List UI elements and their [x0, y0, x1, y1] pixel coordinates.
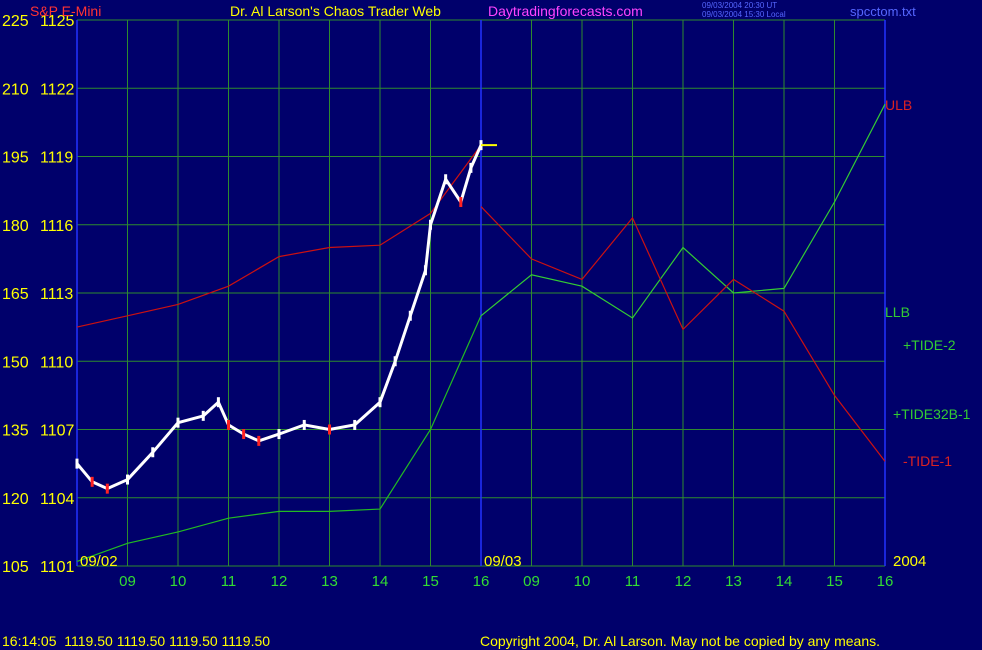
- tide2-label: +TIDE-2: [903, 337, 956, 353]
- x-tick-label: 12: [271, 573, 288, 590]
- year-label: 2004: [893, 553, 926, 570]
- x-tick-label: 12: [675, 573, 692, 590]
- x-tick-label: 14: [372, 573, 389, 590]
- instrument-label: S&P E-Mini: [30, 3, 101, 19]
- x-tick-label: 16: [877, 573, 894, 590]
- copyright-text: Copyright 2004, Dr. Al Larson. May not b…: [480, 633, 880, 649]
- x-tick-label: 16: [473, 573, 490, 590]
- y-tick-label-left: 150: [2, 354, 29, 371]
- y-tick-label-left: 195: [2, 150, 29, 167]
- timestamp-ut: 09/03/2004 20:30 UT: [702, 1, 777, 10]
- y-tick-label-price: 1104: [40, 491, 75, 508]
- y-tick-label-left: 180: [2, 218, 29, 235]
- site-link[interactable]: Daytradingforecasts.com: [488, 3, 643, 19]
- tide32b-label: +TIDE32B-1: [893, 406, 971, 422]
- y-tick-label-left: 120: [2, 491, 29, 508]
- tide1-label: -TIDE-1: [903, 453, 952, 469]
- llb-label: LLB: [885, 304, 910, 320]
- date-label-day1: 09/02: [80, 553, 118, 570]
- x-tick-label: 15: [422, 573, 439, 590]
- y-tick-label-left: 135: [2, 423, 29, 440]
- y-tick-label-left: 210: [2, 81, 29, 98]
- y-tick-label-price: 1116: [40, 218, 73, 235]
- y-tick-label-left: 225: [2, 13, 29, 30]
- x-tick-label: 11: [625, 573, 641, 590]
- x-tick-label: 10: [574, 573, 591, 590]
- x-tick-label: 15: [826, 573, 843, 590]
- x-tick-label: 09: [523, 573, 540, 590]
- x-tick-label: 13: [321, 573, 338, 590]
- y-tick-label-price: 1107: [40, 423, 75, 440]
- y-tick-label-left: 105: [2, 559, 29, 576]
- x-tick-label: 09: [119, 573, 136, 590]
- data-filename: spcctom.txt: [850, 4, 916, 19]
- y-tick-label-price: 1119: [40, 150, 73, 167]
- chart-canvas: 225 1125210 1122195 1119180 1116165 1113150 11…: [0, 0, 982, 650]
- date-label-day2: 09/03: [484, 553, 522, 570]
- y-tick-label-price: 1101: [40, 559, 75, 576]
- y-tick-label-price: 1122: [40, 81, 75, 98]
- x-tick-label: 10: [170, 573, 187, 590]
- x-tick-label: 11: [221, 573, 237, 590]
- quote-line: 16:14:05 1119.50 1119.50 1119.50 1119.50: [2, 633, 270, 649]
- chart-title: Dr. Al Larson's Chaos Trader Web: [230, 3, 441, 19]
- y-tick-label-price: 1113: [40, 286, 73, 303]
- timestamp-local: 09/03/2004 15:30 Local: [702, 10, 786, 19]
- x-tick-label: 14: [776, 573, 793, 590]
- y-tick-label-left: 165: [2, 286, 29, 303]
- ulb-label: ULB: [885, 97, 912, 113]
- x-tick-label: 13: [725, 573, 742, 590]
- y-tick-label-price: 1110: [40, 354, 73, 371]
